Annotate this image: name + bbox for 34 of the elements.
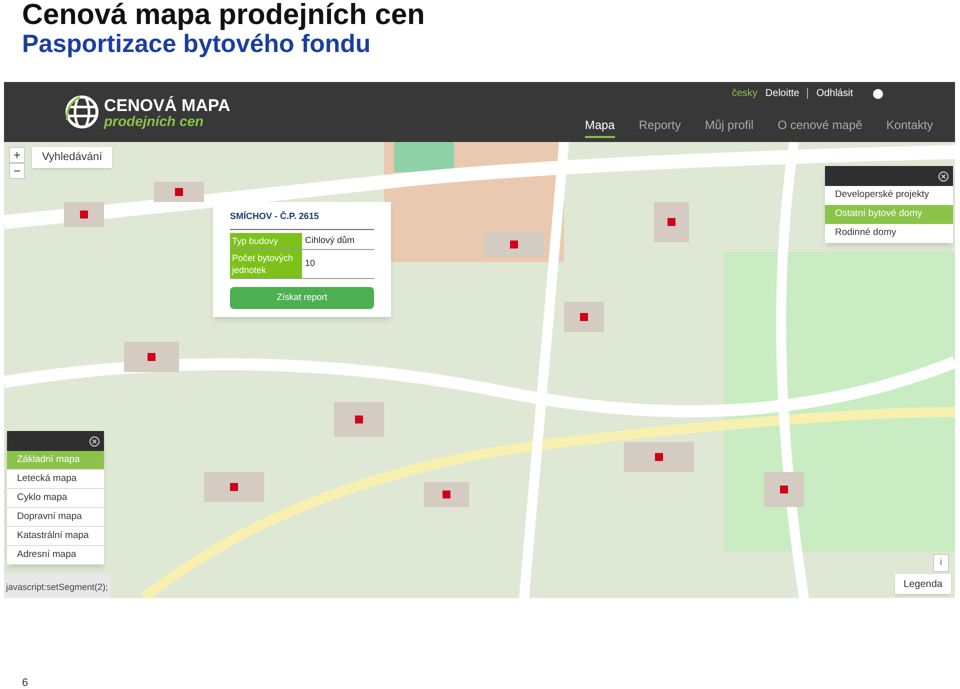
zoom-in-button[interactable]: + <box>9 147 25 163</box>
slide-title: Cenová mapa prodejních cen <box>22 0 426 30</box>
legend-button[interactable]: Legenda <box>895 574 951 594</box>
category-item[interactable]: Rodinné domy <box>825 224 953 243</box>
nav-tab[interactable]: Reporty <box>638 116 681 138</box>
popup-label: Typ budovy <box>230 232 302 248</box>
layer-item[interactable]: Cyklo mapa <box>7 489 104 508</box>
layer-item[interactable]: Adresní mapa <box>7 546 104 565</box>
header-link[interactable]: Deloitte <box>765 86 800 101</box>
status-text: javascript:setSegment(2); <box>6 582 108 592</box>
close-icon[interactable] <box>89 436 100 446</box>
popup-value: Cihlový dům <box>304 234 356 247</box>
logo-tagline: prodejních cen <box>104 114 205 128</box>
header-link[interactable]: Odhlásit <box>816 86 853 101</box>
info-button[interactable]: i <box>933 554 949 572</box>
close-icon[interactable] <box>938 170 949 182</box>
slide-subtitle: Pasportizace bytového fondu <box>22 30 372 58</box>
nav-tab[interactable]: Mapa <box>584 116 615 138</box>
nav-tab[interactable]: Můj profil <box>704 116 754 138</box>
category-item[interactable]: Developerské projekty <box>825 186 953 205</box>
layer-item[interactable]: Katastrální mapa <box>7 527 104 546</box>
popup-title: SMÍCHOV - Č.P. 2615 <box>230 210 374 230</box>
page-number: 6 <box>22 676 28 689</box>
layer-item[interactable]: Letecká mapa <box>7 470 104 489</box>
header-link[interactable]: česky <box>732 86 758 101</box>
layer-item[interactable]: Dopravní mapa <box>7 508 104 527</box>
logo-title: CENOVÁ MAPA <box>104 96 230 114</box>
popup-value: 10 <box>304 256 316 270</box>
nav-tab[interactable]: Kontakty <box>886 116 933 138</box>
search-button[interactable]: Vyhledávání <box>32 147 112 168</box>
globe-icon <box>64 94 100 130</box>
nav-tab[interactable]: O cenové mapě <box>778 116 862 138</box>
popup-label: Počet bytových jednotek <box>230 250 302 278</box>
zoom-out-button[interactable]: − <box>9 163 25 179</box>
